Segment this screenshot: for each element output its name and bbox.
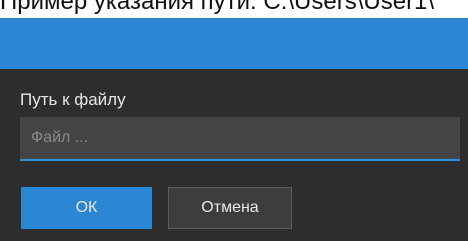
ok-button[interactable]: ОК bbox=[21, 187, 152, 229]
file-path-label: Путь к файлу bbox=[20, 90, 126, 109]
file-path-dialog: Путь к файлу ОК Отмена bbox=[0, 69, 468, 241]
cancel-button[interactable]: Отмена bbox=[168, 187, 292, 229]
file-path-input[interactable] bbox=[20, 117, 460, 161]
dialog-title-bar[interactable] bbox=[0, 18, 468, 69]
document-caption: Пример указания пути: C:\Users\User1\ bbox=[0, 0, 435, 15]
